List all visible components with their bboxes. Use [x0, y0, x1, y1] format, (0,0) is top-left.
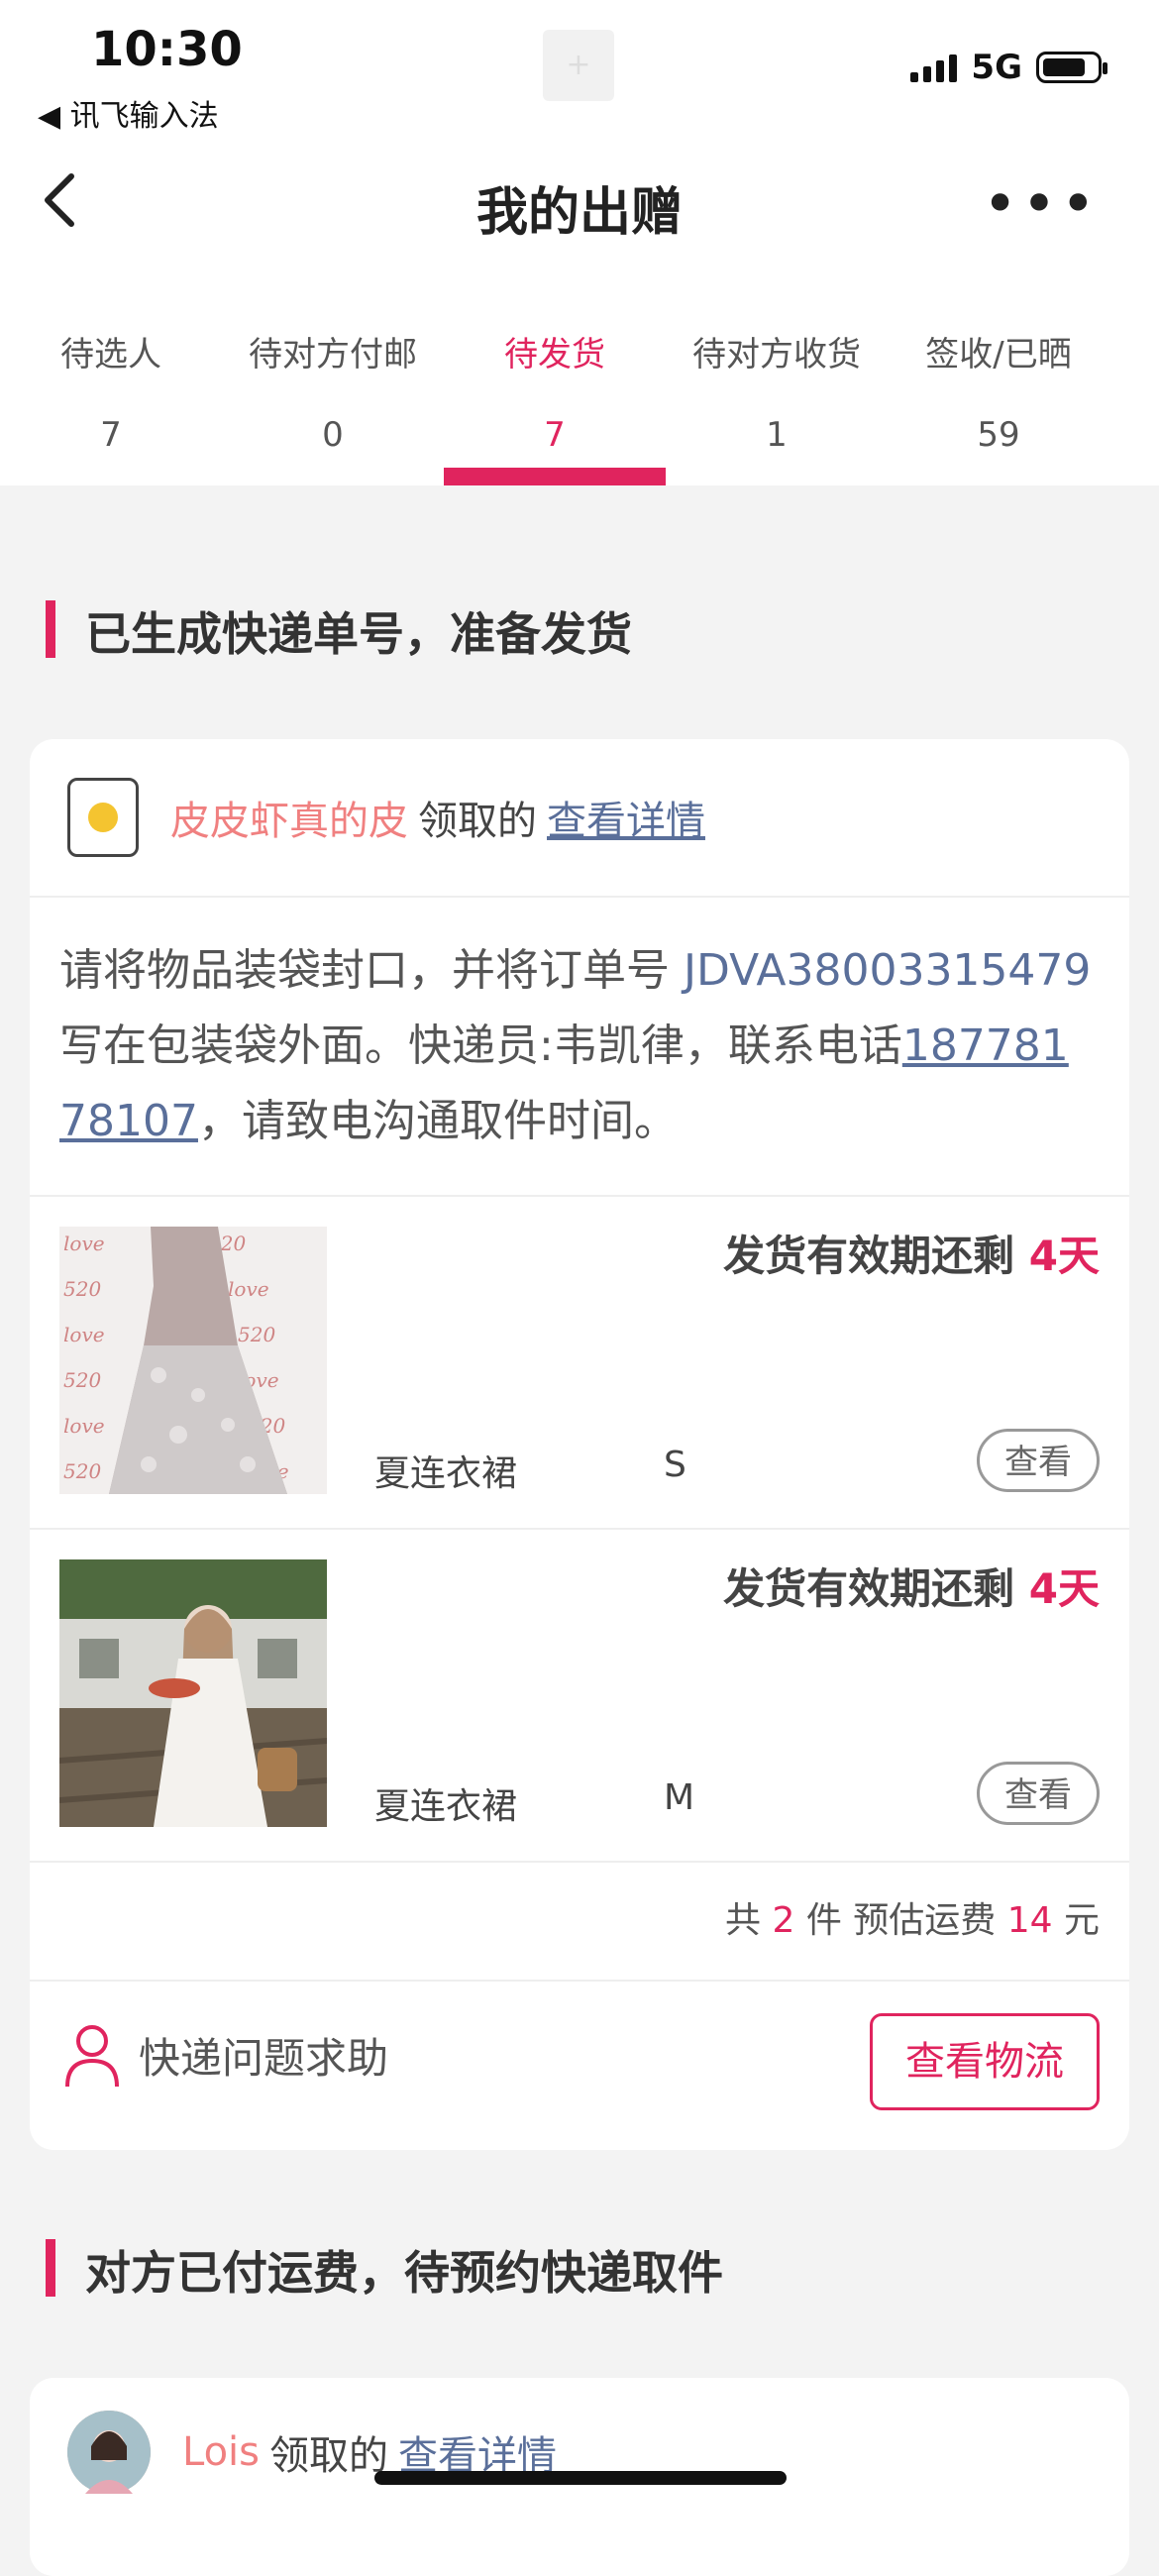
- tab-pending-receipt[interactable]: 待对方收货 1: [666, 317, 888, 485]
- courier-help-link[interactable]: 快递问题求助: [139, 2025, 388, 2086]
- recipient-name[interactable]: Lois: [182, 2429, 260, 2475]
- svg-text:love: love: [63, 1323, 105, 1346]
- tab-pending-postage[interactable]: 待对方付邮 0: [222, 317, 444, 485]
- svg-text:love: love: [63, 1232, 105, 1255]
- tab-label: 待对方付邮: [249, 335, 417, 375]
- recipient-row: Lois 领取的 查看详情: [30, 2378, 1129, 2526]
- item-image[interactable]: love 520 520 love love 520 520 love love 520 …: [59, 1227, 327, 1494]
- plus-icon: +: [543, 30, 614, 101]
- list-item: love 520 520 love love 520 520 love love 520 …: [30, 1197, 1129, 1530]
- recipient-name[interactable]: 皮皮虾真的皮: [170, 789, 408, 846]
- tab-label: 待对方收货: [692, 335, 861, 375]
- section-title: 已生成快递单号，准备发货: [46, 598, 632, 664]
- svg-text:520: 520: [63, 1277, 101, 1301]
- deadline-label: 发货有效期还剩: [723, 1232, 1029, 1280]
- notice-suffix: ，请致电沟通取件时间。: [197, 1096, 678, 1146]
- notice-mid: 写在包装袋外面。快递员:韦凯律，联系电话: [59, 1020, 902, 1071]
- list-item: 发货有效期还剩 4天 夏连衣裙 M 查看: [30, 1530, 1129, 1863]
- order-number: JDVA38003315479: [684, 945, 1092, 996]
- card-footer: 快递问题求助 查看物流: [30, 1982, 1129, 2150]
- tab-label: 待选人: [60, 335, 161, 375]
- status-time: 10:30: [91, 22, 243, 77]
- ship-deadline: 发货有效期还剩 4天: [723, 1556, 1100, 1616]
- item-size: M: [664, 1777, 695, 1818]
- tab-count: 1: [766, 415, 788, 455]
- tab-count: 59: [977, 415, 1020, 455]
- recipient-row: 皮皮虾真的皮 领取的 查看详情: [30, 739, 1129, 898]
- notice-prefix: 请将物品装袋封口，并将订单号: [59, 945, 684, 996]
- back-to-app-link[interactable]: ◀ 讯飞输入法: [38, 91, 219, 135]
- deadline-days: 4天: [1028, 1232, 1100, 1280]
- recipient-action: 领取的: [418, 799, 537, 844]
- svg-text:love: love: [228, 1277, 269, 1301]
- order-card: 皮皮虾真的皮 领取的 查看详情 请将物品装袋封口，并将订单号 JDVA38003…: [30, 739, 1129, 2150]
- svg-text:520: 520: [238, 1323, 275, 1346]
- tab-received[interactable]: 签收/已晒 59: [888, 317, 1109, 485]
- tab-pending-shipment[interactable]: 待发货 7: [444, 317, 666, 485]
- svg-text:love: love: [63, 1414, 105, 1438]
- more-icon[interactable]: •••: [983, 174, 1100, 234]
- recipient-action: 领取的: [269, 2433, 389, 2479]
- network-type: 5G: [971, 48, 1022, 87]
- section-title: 对方已付运费，待预约快递取件: [46, 2237, 723, 2303]
- item-name: 夏连衣裙: [374, 1786, 518, 1827]
- order-summary: 共 2 件 预估运费 14 元: [30, 1863, 1129, 1982]
- tab-label: 签收/已晒: [925, 335, 1072, 375]
- battery-icon: [1036, 52, 1107, 83]
- svg-text:520: 520: [63, 1368, 101, 1392]
- view-logistics-button[interactable]: 查看物流: [870, 2013, 1100, 2110]
- home-indicator[interactable]: [374, 2471, 787, 2485]
- view-details-link[interactable]: 查看详情: [547, 789, 705, 846]
- summary-mid: 件 预估运费: [794, 1900, 1007, 1941]
- tab-count: 7: [544, 415, 566, 455]
- item-image[interactable]: [59, 1559, 327, 1827]
- ship-deadline: 发货有效期还剩 4天: [723, 1223, 1100, 1283]
- view-item-button[interactable]: 查看: [977, 1429, 1100, 1492]
- status-indicators: 5G: [910, 48, 1107, 87]
- shipping-notice: 请将物品装袋封口，并将订单号 JDVA38003315479 写在包装袋外面。快…: [30, 898, 1129, 1197]
- tab-pending-select[interactable]: 待选人 7: [0, 317, 222, 485]
- deadline-days: 4天: [1028, 1564, 1100, 1613]
- item-count: 2: [772, 1900, 795, 1941]
- item-name: 夏连衣裙: [374, 1453, 518, 1494]
- person-icon[interactable]: [63, 2023, 121, 2089]
- item-size: S: [664, 1445, 686, 1485]
- signal-icon: [910, 53, 958, 82]
- avatar[interactable]: [67, 778, 139, 857]
- active-tab-indicator: [444, 468, 666, 485]
- shipping-fee: 14: [1006, 1900, 1053, 1941]
- summary-suffix: 元: [1052, 1900, 1100, 1941]
- status-tabs: 待选人 7 待对方付邮 0 待发货 7 待对方收货 1 签收/已晒 59: [0, 317, 1159, 485]
- top-area: 10:30 ◀ 讯飞输入法 + 5G 我的出赠 ••• 待选人 7 待对方付邮 …: [0, 0, 1159, 485]
- tab-count: 0: [322, 415, 344, 455]
- avatar[interactable]: [67, 2411, 151, 2494]
- deadline-label: 发货有效期还剩: [723, 1564, 1029, 1613]
- summary-prefix: 共: [725, 1900, 773, 1941]
- svg-text:520: 520: [63, 1459, 101, 1483]
- tab-count: 7: [100, 415, 122, 455]
- view-item-button[interactable]: 查看: [977, 1762, 1100, 1825]
- tab-label: 待发货: [504, 335, 605, 375]
